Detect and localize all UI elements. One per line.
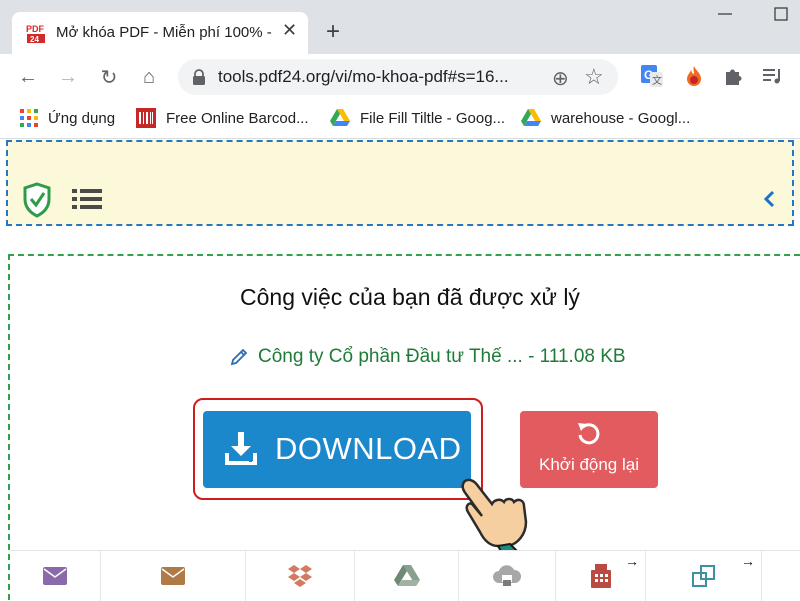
install-app-icon[interactable]: ⊕	[552, 66, 569, 91]
chevron-left-icon[interactable]	[762, 190, 776, 213]
arrow-right-icon: →	[625, 553, 639, 569]
forward-button[interactable]: →	[55, 64, 81, 90]
svg-text:24: 24	[30, 35, 39, 43]
dropbox-button[interactable]	[246, 551, 355, 601]
apps-grid-icon	[20, 109, 38, 127]
browser-toolbar: ← → ↻ ⌂ tools.pdf24.org/vi/mo-khoa-pdf#s…	[0, 54, 800, 100]
email-button[interactable]	[10, 551, 101, 601]
google-drive-icon	[393, 565, 420, 586]
bookmark-apps[interactable]: Ứng dụng	[20, 108, 115, 128]
restart-arrow-icon	[576, 421, 602, 452]
download-button[interactable]: DOWNLOAD	[203, 411, 471, 488]
dropbox-icon	[288, 565, 312, 587]
shield-check-icon[interactable]	[22, 182, 52, 223]
copy-icon	[691, 565, 715, 587]
bookmark-barcode[interactable]: Free Online Barcod...	[136, 108, 309, 128]
google-drive-button[interactable]	[355, 551, 459, 601]
bookmark-label: Free Online Barcod...	[166, 109, 309, 127]
envelope-button[interactable]	[101, 551, 246, 601]
bookmark-file-fill[interactable]: File Fill Tiltle - Goog...	[330, 108, 505, 128]
media-control-icon[interactable]	[760, 64, 784, 93]
fax-icon	[590, 564, 611, 588]
barcode-icon	[136, 108, 156, 128]
restart-label: Khởi động lại	[539, 455, 639, 474]
google-drive-icon	[521, 109, 541, 126]
arrow-right-icon: →	[741, 553, 755, 569]
bookmark-star-icon[interactable]: ☆	[584, 64, 604, 90]
url-text: tools.pdf24.org/vi/mo-khoa-pdf#s=16...	[218, 67, 509, 86]
bookmarks-bar: Ứng dụng Free Online Barcod... File Fill…	[0, 100, 800, 139]
lock-icon	[192, 69, 206, 85]
file-name: Công ty Cổ phần Đầu tư Thế ... - 111.08 …	[258, 346, 626, 367]
bookmark-label: warehouse - Googl...	[551, 109, 691, 127]
reload-button[interactable]: ↻	[96, 64, 122, 90]
download-icon	[223, 431, 259, 472]
file-info[interactable]: Công ty Cổ phần Đầu tư Thế ... - 111.08 …	[230, 346, 626, 368]
bookmark-label: File Fill Tiltle - Goog...	[360, 109, 506, 127]
tab-strip: PDF 24 Mở khóa PDF - Miễn phí 100% - ✕ +	[0, 0, 800, 54]
result-title: Công việc của bạn đã được xử lý	[240, 284, 580, 310]
menu-list-icon[interactable]	[72, 188, 102, 215]
extensions-puzzle-icon[interactable]	[722, 64, 746, 93]
tab-title: Mở khóa PDF - Miễn phí 100% -	[56, 24, 272, 41]
home-button[interactable]: ⌂	[136, 64, 162, 90]
cloud-print-button[interactable]	[459, 551, 556, 601]
address-bar[interactable]: tools.pdf24.org/vi/mo-khoa-pdf#s=16... ⊕…	[178, 59, 618, 95]
download-label: DOWNLOAD	[275, 431, 462, 466]
copy-button[interactable]: →	[646, 551, 762, 601]
back-button[interactable]: ←	[15, 64, 41, 90]
email-icon	[43, 567, 67, 585]
extension-fire-icon[interactable]	[682, 64, 706, 93]
cloud-print-icon	[493, 565, 521, 586]
window-maximize-icon[interactable]	[766, 4, 796, 24]
fax-button[interactable]: →	[556, 551, 646, 601]
new-tab-button[interactable]: +	[326, 20, 340, 44]
bookmark-label: Ứng dụng	[48, 109, 116, 127]
pdf24-favicon-icon: PDF 24	[26, 23, 46, 44]
envelope-icon	[161, 567, 185, 585]
bookmark-warehouse[interactable]: warehouse - Googl...	[521, 108, 690, 128]
share-toolbar: → →	[10, 550, 800, 601]
tab-close-icon[interactable]: ✕	[282, 20, 297, 41]
window-minimize-icon[interactable]	[712, 4, 738, 24]
pencil-icon[interactable]	[230, 348, 248, 366]
google-drive-icon	[330, 109, 350, 126]
site-header	[6, 140, 794, 226]
google-translate-icon[interactable]: G 文	[640, 64, 664, 93]
browser-tab[interactable]: PDF 24 Mở khóa PDF - Miễn phí 100% - ✕	[12, 12, 308, 54]
svg-text:PDF: PDF	[26, 24, 45, 34]
svg-text:文: 文	[652, 74, 662, 87]
side-panel-edge	[795, 140, 800, 210]
